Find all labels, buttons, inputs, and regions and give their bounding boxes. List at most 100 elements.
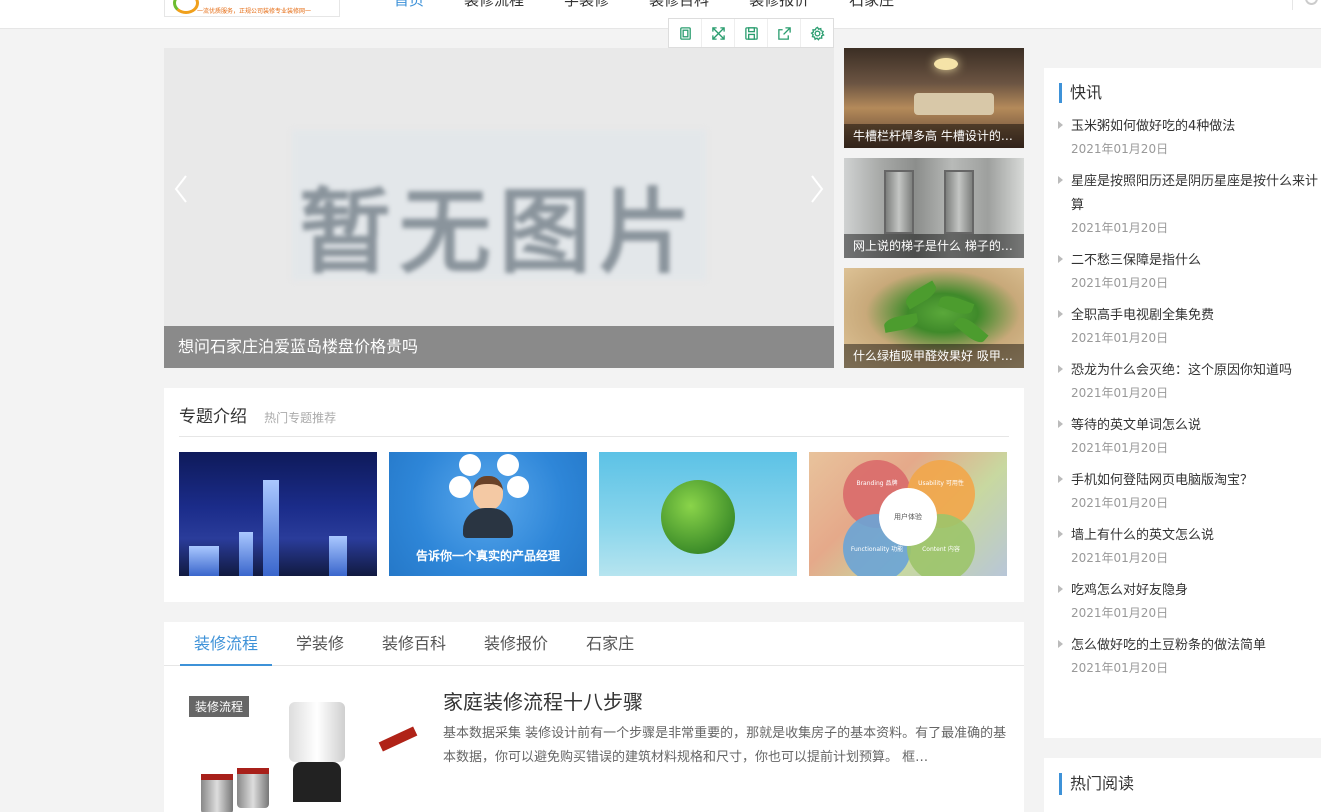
news-item-title[interactable]: 手机如何登陆网页电脑版淘宝？: [1071, 469, 1321, 493]
news-title: 快讯: [1059, 83, 1102, 103]
tab-shijiazhuang[interactable]: 石家庄: [572, 622, 648, 665]
list-item: 全职高手电视剧全集免费 2021年01月20日: [1058, 304, 1321, 348]
nav-item-home[interactable]: 首页: [394, 0, 424, 10]
news-item-title[interactable]: 全职高手电视剧全集免费: [1071, 304, 1321, 328]
topic-card-product-manager[interactable]: 告诉你一个真实的产品经理: [389, 452, 587, 576]
leaf-shape: [953, 313, 989, 347]
venn-label: Functionality 功能: [850, 546, 904, 553]
topic-card-ux[interactable]: Branding 品牌 Usability 可用性 Functionality …: [809, 452, 1007, 576]
hot-reading-panel: 热门阅读: [1044, 758, 1321, 812]
thumb-caption[interactable]: 牛槽栏杆焊多高 牛槽设计的…: [844, 124, 1024, 148]
list-item: 怎么做好吃的土豆粉条的做法简单 2021年01月20日: [1058, 634, 1321, 678]
news-item-date: 2021年01月20日: [1071, 661, 1169, 675]
category-tabbar: 装修流程 学装修 装修百科 装修报价 石家庄: [164, 622, 1024, 666]
main-nav: 首页 装修流程 学装修 装修百科 装修报价 石家庄: [394, 0, 934, 10]
site-header: 一流优质服务，正规公司装修专业装修网一 首页 装修流程 学装修 装修百科 装修报…: [0, 0, 1321, 29]
topic-card-city[interactable]: [179, 452, 377, 576]
sofa-shape: [914, 93, 994, 115]
news-item-date: 2021年01月20日: [1071, 606, 1169, 620]
topic-subtitle: 热门专题推荐: [264, 411, 337, 425]
venn-label: Content 内容: [922, 546, 960, 553]
tab-quote[interactable]: 装修报价: [470, 622, 562, 665]
elevator-door-shape: [884, 170, 914, 234]
nav-item-shijiazhuang[interactable]: 石家庄: [849, 0, 894, 10]
slider-next-icon[interactable]: [806, 174, 826, 204]
news-item-date: 2021年01月20日: [1071, 221, 1169, 235]
elevator-door-shape: [944, 170, 974, 234]
news-item-title[interactable]: 玉米粥如何做好吃的4种做法: [1071, 115, 1321, 139]
tab-encyclopedia[interactable]: 装修百科: [368, 622, 460, 665]
slider-caption[interactable]: 想问石家庄泊爱蓝岛楼盘价格贵吗: [164, 326, 834, 368]
figure-body-shape: [293, 762, 341, 802]
topic-card-globe[interactable]: [599, 452, 797, 576]
avatar-head-shape: [473, 476, 503, 510]
thumb-caption[interactable]: 什么绿植吸甲醛效果好 吸甲…: [844, 344, 1024, 368]
venn-label: Branding 品牌: [856, 480, 898, 487]
news-item-title[interactable]: 吃鸡怎么对好友隐身: [1071, 579, 1321, 603]
list-item: 等待的英文单词怎么说 2021年01月20日: [1058, 414, 1321, 458]
thumb-card[interactable]: 牛槽栏杆焊多高 牛槽设计的…: [844, 48, 1024, 148]
list-item: 二不愁三保障是指什么 2021年01月20日: [1058, 249, 1321, 293]
logo-mark-icon: [173, 0, 199, 14]
news-item-date: 2021年01月20日: [1071, 551, 1169, 565]
news-item-date: 2021年01月20日: [1071, 276, 1169, 290]
list-item: 墙上有什么的英文怎么说 2021年01月20日: [1058, 524, 1321, 568]
topic-cards: 告诉你一个真实的产品经理 Branding 品牌 Usability 可用性 F…: [179, 452, 1007, 576]
topic-header: 专题介绍 热门专题推荐: [179, 402, 1009, 437]
share-icon[interactable]: [768, 19, 801, 47]
nav-item-process[interactable]: 装修流程: [464, 0, 524, 10]
site-logo[interactable]: 一流优质服务，正规公司装修专业装修网一: [164, 0, 340, 17]
list-item: 星座是按照阳历还是阴历星座是按什么来计算 2021年01月20日: [1058, 170, 1321, 238]
floating-toolbar: [668, 18, 834, 48]
news-item-date: 2021年01月20日: [1071, 386, 1169, 400]
nav-item-encyclopedia[interactable]: 装修百科: [649, 0, 709, 10]
article-title[interactable]: 家庭装修流程十八步骤: [443, 686, 643, 715]
news-item-title[interactable]: 二不愁三保障是指什么: [1071, 249, 1321, 273]
venn-label: Usability 可用性: [918, 480, 964, 487]
nav-item-learn[interactable]: 学装修: [564, 0, 609, 10]
hero-slider[interactable]: 暂无图片 想问石家庄泊爱蓝岛楼盘价格贵吗: [164, 48, 834, 368]
save-icon[interactable]: [735, 19, 768, 47]
thumb-caption[interactable]: 网上说的梯子是什么 梯子的…: [844, 234, 1024, 258]
slider-prev-icon[interactable]: [172, 174, 192, 204]
settings-icon[interactable]: [801, 19, 833, 47]
bubble-shape: [459, 454, 481, 476]
category-tabs-section: 装修流程 学装修 装修百科 装修报价 石家庄 装修流程 家庭装修流程十八步骤 基…: [164, 622, 1024, 812]
bubble-shape: [449, 476, 471, 498]
news-panel: 快讯 玉米粥如何做好吃的4种做法 2021年01月20日 星座是按照阳历还是阴历…: [1044, 68, 1321, 738]
article-category-badge[interactable]: 装修流程: [189, 696, 250, 717]
news-item-date: 2021年01月20日: [1071, 441, 1169, 455]
search-icon[interactable]: [1292, 0, 1318, 10]
article-image[interactable]: 装修流程: [179, 688, 429, 812]
skyscraper-shape: [329, 536, 347, 576]
nav-item-quote[interactable]: 装修报价: [749, 0, 809, 10]
news-list: 玉米粥如何做好吃的4种做法 2021年01月20日 星座是按照阳历还是阴历星座是…: [1058, 115, 1321, 689]
bubble-shape: [497, 454, 519, 476]
paint-bucket-shape: [237, 768, 269, 808]
topic-section: 专题介绍 热门专题推荐 告诉你一个真实的产品经理 Branding 品牌 Usa…: [164, 388, 1024, 602]
copy-icon[interactable]: [669, 19, 702, 47]
tab-process[interactable]: 装修流程: [180, 622, 273, 666]
thumb-card[interactable]: 什么绿植吸甲醛效果好 吸甲…: [844, 268, 1024, 368]
leaf-shape: [937, 292, 975, 318]
logo-slogan: 一流优质服务，正规公司装修专业装修网一: [197, 8, 312, 15]
expand-icon[interactable]: [702, 19, 735, 47]
skyscraper-shape: [239, 532, 253, 576]
news-item-title[interactable]: 怎么做好吃的土豆粉条的做法简单: [1071, 634, 1321, 658]
news-item-date: 2021年01月20日: [1071, 496, 1169, 510]
hot-reading-title: 热门阅读: [1059, 773, 1134, 795]
figure-head-shape: [289, 702, 345, 762]
tab-learn[interactable]: 学装修: [282, 622, 358, 665]
thumb-card[interactable]: 网上说的梯子是什么 梯子的…: [844, 158, 1024, 258]
news-item-title[interactable]: 等待的英文单词怎么说: [1071, 414, 1321, 438]
globe-shape: [661, 480, 735, 554]
side-thumbnails: 牛槽栏杆焊多高 牛槽设计的… 网上说的梯子是什么 梯子的… 什么绿植吸甲醛效果好…: [844, 48, 1024, 378]
news-item-title[interactable]: 恐龙为什么会灭绝：这个原因你知道吗: [1071, 359, 1321, 383]
news-item-title[interactable]: 星座是按照阳历还是阴历星座是按什么来计算: [1071, 170, 1321, 218]
chandelier-shape: [934, 58, 958, 70]
news-item-title[interactable]: 墙上有什么的英文怎么说: [1071, 524, 1321, 548]
topic-title: 专题介绍: [179, 407, 247, 427]
topic-card-text: 告诉你一个真实的产品经理: [415, 549, 560, 563]
bubble-shape: [507, 476, 529, 498]
news-item-date: 2021年01月20日: [1071, 142, 1169, 156]
